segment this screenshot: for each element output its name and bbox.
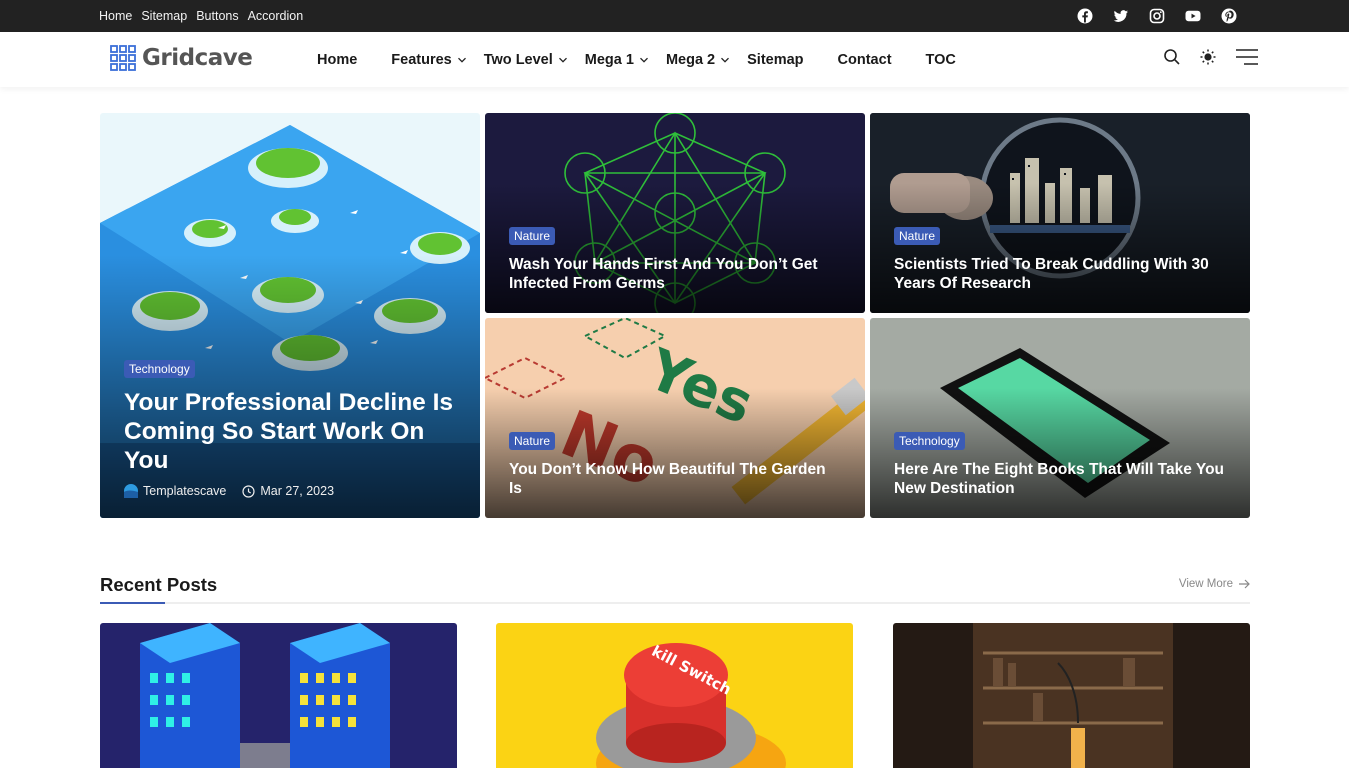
post-meta: Templatescave Mar 27, 2023 — [124, 484, 456, 498]
featured-caption-1: Nature Wash Your Hands First And You Don… — [509, 227, 841, 293]
header-actions — [1163, 32, 1259, 87]
featured-caption-3: Nature You Don’t Know How Beautiful The … — [509, 432, 841, 498]
nav-item-mega-1[interactable]: Mega 1 — [585, 52, 649, 68]
nav-item-features[interactable]: Features — [391, 52, 466, 68]
post-title[interactable]: Here Are The Eight Books That Will Take … — [894, 460, 1226, 498]
nav-item-toc[interactable]: TOC — [926, 52, 956, 68]
view-more-link[interactable]: View More — [1179, 578, 1250, 590]
category-badge[interactable]: Nature — [509, 432, 556, 450]
post-thumbnail-3 — [893, 623, 1250, 768]
top-links: Home Sitemap Buttons Accordion — [99, 0, 303, 32]
recent-post-card-3[interactable] — [893, 623, 1250, 768]
nav-label: Sitemap — [747, 51, 804, 68]
sun-icon[interactable] — [1199, 48, 1217, 71]
top-link-sitemap[interactable]: Sitemap — [141, 9, 187, 23]
nav-label: Mega 2 — [665, 51, 716, 68]
recent-posts-header: Recent Posts View More — [100, 574, 1250, 604]
facebook-icon[interactable] — [1077, 8, 1093, 24]
nav-item-home[interactable]: Home — [317, 52, 357, 68]
post-title[interactable]: Scientists Tried To Break Cuddling With … — [894, 255, 1226, 293]
arrow-right-icon — [1239, 579, 1250, 589]
author-name: Templatescave — [143, 484, 227, 498]
twitter-icon[interactable] — [1113, 8, 1129, 24]
main-nav: Home Features Two Level Mega 1 Mega 2 Si… — [317, 32, 990, 87]
featured-caption-4: Technology Here Are The Eight Books That… — [894, 432, 1226, 498]
clock-icon — [242, 484, 255, 498]
nav-label: TOC — [925, 51, 956, 68]
date-text: Mar 27, 2023 — [260, 484, 335, 498]
top-link-home[interactable]: Home — [99, 9, 132, 23]
nav-label: Contact — [837, 51, 892, 68]
category-badge[interactable]: Technology — [124, 360, 195, 378]
logo-text: Gridcave — [142, 45, 253, 71]
top-link-accordion[interactable]: Accordion — [248, 9, 304, 23]
instagram-icon[interactable] — [1149, 8, 1165, 24]
category-badge[interactable]: Technology — [894, 432, 965, 450]
avatar — [124, 484, 138, 498]
featured-post-3[interactable]: Yes No Nature You Don’t Know How Beautif… — [485, 318, 865, 518]
post-date: Mar 27, 2023 — [242, 484, 334, 498]
post-thumbnail-1 — [100, 623, 457, 768]
grid-logo-icon — [110, 45, 136, 71]
category-badge[interactable]: Nature — [894, 227, 941, 245]
top-link-buttons[interactable]: Buttons — [196, 9, 238, 23]
recent-post-card-1[interactable] — [100, 623, 457, 768]
nav-item-mega-2[interactable]: Mega 2 — [666, 52, 730, 68]
social-links — [1077, 0, 1237, 32]
nav-item-contact[interactable]: Contact — [838, 52, 892, 68]
featured-post-4[interactable]: Technology Here Are The Eight Books That… — [870, 318, 1250, 518]
chevron-down-icon — [457, 55, 467, 65]
section-title: Recent Posts — [100, 574, 218, 595]
chevron-down-icon — [558, 55, 568, 65]
post-title[interactable]: Wash Your Hands First And You Don’t Get … — [509, 255, 841, 293]
search-icon[interactable] — [1163, 48, 1181, 71]
recent-post-card-2[interactable]: kill Switch — [496, 623, 853, 768]
featured-post-1[interactable]: Nature Wash Your Hands First And You Don… — [485, 113, 865, 313]
author[interactable]: Templatescave — [124, 484, 226, 498]
nav-item-sitemap[interactable]: Sitemap — [747, 52, 803, 68]
nav-label: Home — [317, 51, 358, 68]
section-underline — [100, 602, 165, 604]
post-title[interactable]: Your Professional Decline Is Coming So S… — [124, 388, 456, 475]
featured-post-2[interactable]: Nature Scientists Tried To Break Cuddlin… — [870, 113, 1250, 313]
post-thumbnail-2: kill Switch — [496, 623, 853, 768]
menu-icon[interactable] — [1235, 48, 1259, 71]
nav-label: Two Level — [483, 51, 553, 68]
site-logo[interactable]: Gridcave — [110, 45, 253, 71]
nav-item-two-level[interactable]: Two Level — [484, 52, 568, 68]
nav-label: Features — [391, 51, 452, 68]
featured-caption-2: Nature Scientists Tried To Break Cuddlin… — [894, 227, 1226, 293]
main-header: Gridcave Home Features Two Level Mega 1 … — [0, 32, 1349, 87]
youtube-icon[interactable] — [1185, 8, 1201, 24]
chevron-down-icon — [720, 55, 730, 65]
featured-main-caption: Technology Your Professional Decline Is … — [124, 360, 456, 498]
nav-label: Mega 1 — [584, 51, 634, 68]
view-more-label: View More — [1178, 578, 1233, 590]
top-bar: Home Sitemap Buttons Accordion — [0, 0, 1349, 32]
featured-main-post[interactable]: Technology Your Professional Decline Is … — [100, 113, 480, 518]
category-badge[interactable]: Nature — [509, 227, 556, 245]
post-title[interactable]: You Don’t Know How Beautiful The Garden … — [509, 460, 841, 498]
pinterest-icon[interactable] — [1221, 8, 1237, 24]
chevron-down-icon — [639, 55, 649, 65]
